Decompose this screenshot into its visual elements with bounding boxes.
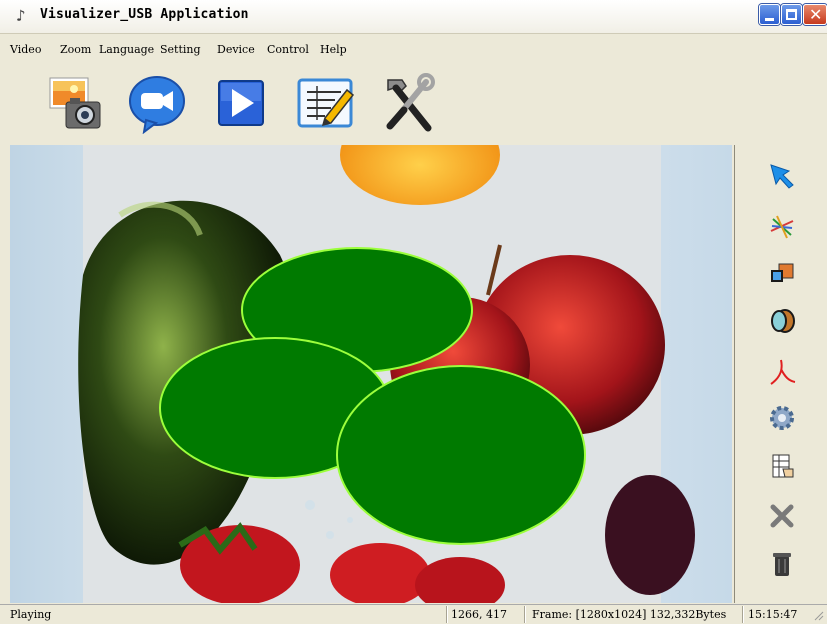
status-separator xyxy=(524,606,526,623)
menu-zoom[interactable]: Zoom xyxy=(60,43,91,56)
title-bar: ♪ Visualizer_USB Application ✕ xyxy=(0,0,827,34)
pointer-arrow-icon[interactable] xyxy=(767,161,797,191)
status-coords: 1266, 417 xyxy=(451,608,507,621)
trash-icon[interactable] xyxy=(767,549,797,579)
freehand-lines-icon[interactable] xyxy=(767,211,797,241)
photo-camera-icon[interactable] xyxy=(44,72,106,134)
maximize-button[interactable] xyxy=(781,4,802,25)
right-tool-panel xyxy=(734,145,827,603)
play-icon[interactable] xyxy=(210,72,272,134)
table-hand-icon[interactable] xyxy=(767,451,797,481)
delete-x-icon[interactable] xyxy=(767,501,797,531)
menu-language[interactable]: Language xyxy=(99,43,154,56)
close-button[interactable]: ✕ xyxy=(803,4,827,25)
app-logo-icon: ♪ xyxy=(16,6,26,25)
video-frame xyxy=(78,105,695,613)
minimize-button[interactable] xyxy=(759,4,780,25)
shapes-icon[interactable] xyxy=(767,258,797,288)
window-title: Visualizer_USB Application xyxy=(40,7,249,22)
toolbar xyxy=(0,60,827,144)
tools-icon[interactable] xyxy=(376,72,438,134)
status-frame-info: Frame: [1280x1024] 132,332Bytes xyxy=(532,608,727,621)
menu-device[interactable]: Device xyxy=(217,43,255,56)
menu-help[interactable]: Help xyxy=(320,43,347,56)
menu-video[interactable]: Video xyxy=(10,43,41,56)
resize-grip-icon[interactable] xyxy=(812,609,824,621)
status-time: 15:15:47 xyxy=(748,608,798,621)
status-state: Playing xyxy=(10,608,52,621)
annotate-icon[interactable] xyxy=(295,72,357,134)
video-area[interactable] xyxy=(10,105,732,613)
video-camera-icon[interactable] xyxy=(126,72,188,134)
gear-icon[interactable] xyxy=(767,403,797,433)
menu-control[interactable]: Control xyxy=(267,43,309,56)
status-bar: Playing 1266, 417 Frame: [1280x1024] 132… xyxy=(0,604,827,624)
status-separator xyxy=(446,606,448,623)
menu-setting[interactable]: Setting xyxy=(160,43,201,56)
ellipse-annotation[interactable] xyxy=(336,365,586,545)
status-separator xyxy=(742,606,744,623)
ellipse-tool-icon[interactable] xyxy=(767,306,797,336)
menu-bar: Video Zoom Language Setting Device Contr… xyxy=(0,36,827,60)
pen-line-icon[interactable] xyxy=(767,357,797,387)
